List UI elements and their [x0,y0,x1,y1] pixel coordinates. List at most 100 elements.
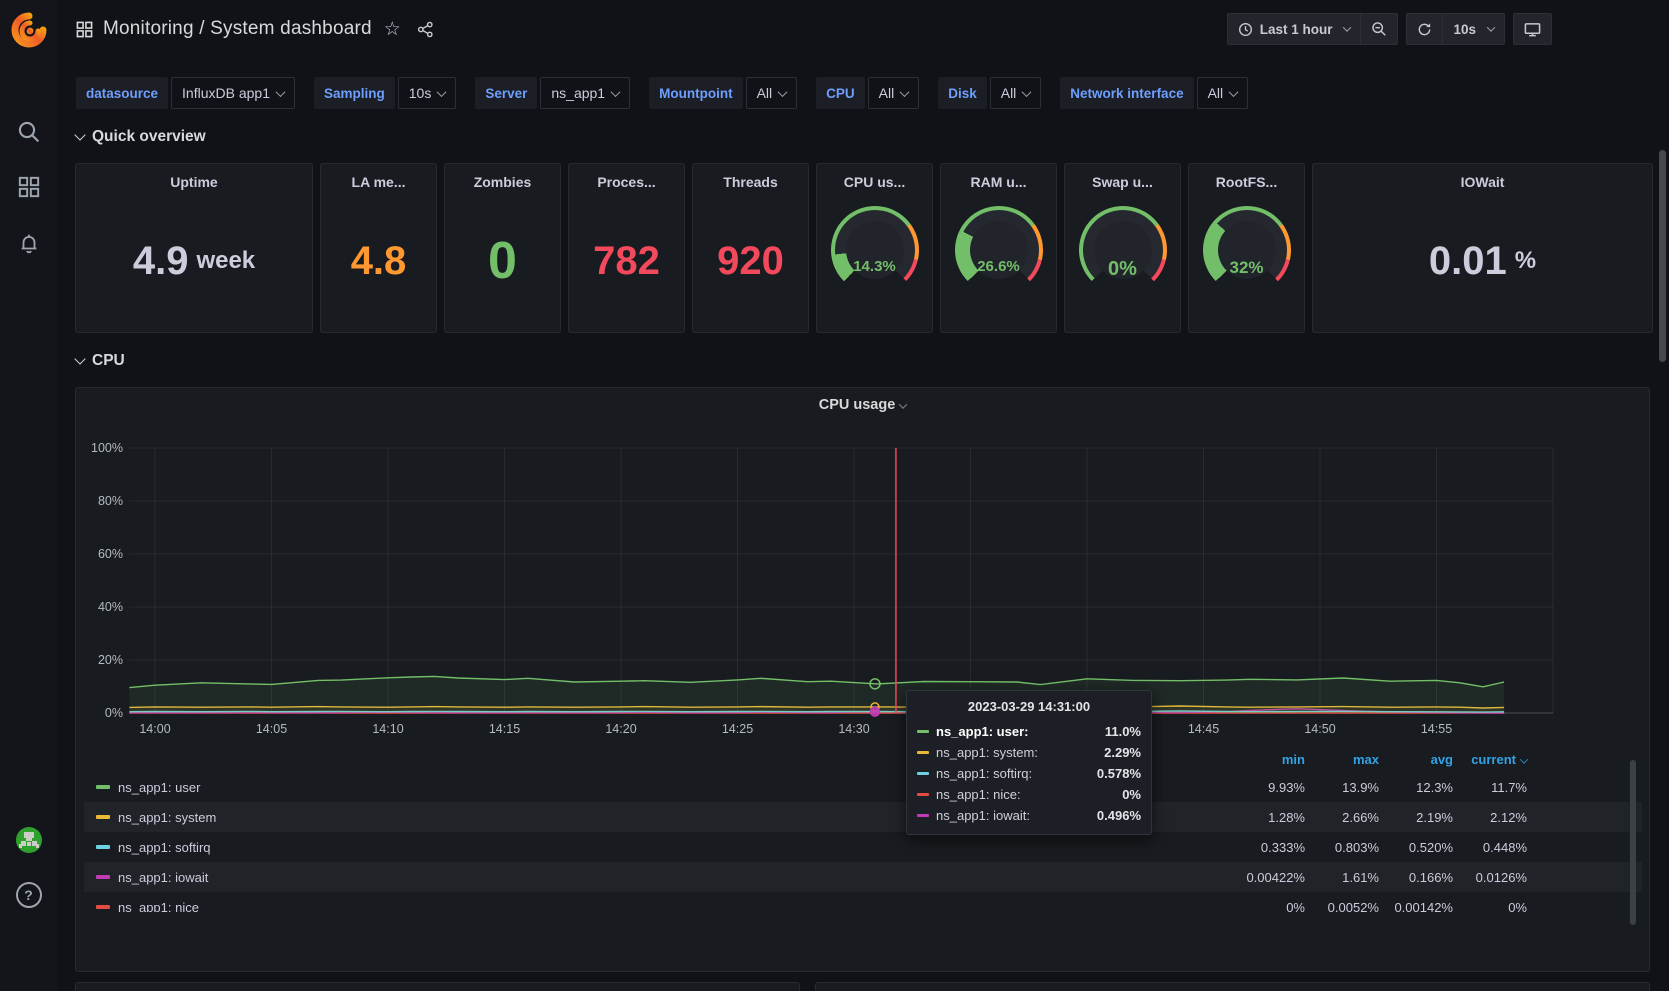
legend-series-label[interactable]: ns_app1: softirq [118,840,211,855]
alerting-bell-icon[interactable] [0,232,57,254]
section-title: CPU [92,352,125,370]
variable-value-server[interactable]: ns_app1 [540,77,630,109]
refresh-interval-picker[interactable]: 10s [1442,13,1505,45]
chevron-down-icon [611,87,621,97]
grafana-logo-icon[interactable] [9,10,49,50]
legend-max: 13.9% [1305,780,1379,795]
legend-row: ns_app1: nice 0% 0.0052% 0.00142% 0% [84,892,1642,912]
gauge-value: 14.3% [831,258,919,275]
share-icon[interactable] [417,21,434,38]
legend-series-label[interactable]: ns_app1: system [118,810,216,825]
legend-max: 0.803% [1305,840,1379,855]
next-row-panel-right [815,982,1650,991]
legend: ns_app1: user 9.93% 13.9% 12.3% 11.7% ns… [84,772,1642,912]
user-avatar[interactable] [0,827,57,853]
legend-series-label[interactable]: ns_app1: nice [118,900,199,913]
legend-current: 0% [1453,900,1527,913]
panel-title[interactable]: LA me... [352,174,406,190]
refresh-button[interactable] [1406,13,1442,45]
legend-header-current[interactable]: current [1453,752,1527,767]
panel-title[interactable]: Swap u... [1092,174,1153,190]
gauge-value: 32% [1203,258,1291,278]
search-icon[interactable] [0,120,57,144]
time-range-picker[interactable]: Last 1 hour [1227,13,1361,45]
stat-panel-ram_used: RAM u... 26.6% [940,163,1057,333]
chevron-down-icon [276,87,286,97]
panel-title[interactable]: Uptime [170,174,217,190]
variable-label-cpu: CPU [816,77,865,109]
x-axis-tick: 14:15 [477,722,533,736]
variable-value-mountpoint[interactable]: All [746,77,798,109]
stat-value: 4.9 week [133,190,255,332]
variable-value-disk[interactable]: All [990,77,1042,109]
panel-title[interactable]: Proces... [597,174,655,190]
legend-max: 0.0052% [1305,900,1379,913]
variable-value-network[interactable]: All [1197,77,1249,109]
panel-title[interactable]: RAM u... [971,174,1027,190]
stat-panel-threads: Threads 920 [692,163,809,333]
stat-panel-zombies: Zombies 0 [444,163,561,333]
series-color-swatch [917,751,929,754]
stat-panel-uptime: Uptime 4.9 week [75,163,313,333]
x-axis-tick: 14:00 [127,722,183,736]
time-range-label: Last 1 hour [1260,22,1333,37]
dashboard-grid-icon [76,21,93,38]
variable-label-server: Server [475,77,537,109]
section-cpu[interactable]: CPU [76,352,125,370]
legend-series-label[interactable]: ns_app1: user [118,780,200,795]
variable-label-network: Network interface [1060,77,1193,109]
chevron-down-icon [437,87,447,97]
stat-value: 0 [488,190,517,332]
stat-value: 0.01 % [1429,190,1536,332]
panel-title[interactable]: Zombies [474,174,532,190]
stat-panel-swap_used: Swap u... 0% [1064,163,1181,333]
panel-title[interactable]: CPU us... [844,174,905,190]
variable-value-datasource[interactable]: InfluxDB app1 [171,77,295,109]
page-scrollbar[interactable] [1659,150,1666,362]
variable-value-cpu[interactable]: All [868,77,920,109]
legend-scrollbar[interactable] [1630,760,1636,925]
chevron-down-icon [1229,87,1239,97]
series-color-swatch [96,905,110,909]
help-icon[interactable]: ? [0,882,57,908]
legend-avg: 0.520% [1379,840,1453,855]
cpu-usage-panel: CPU usage minmaxavgcurrent ns_app1: user… [75,387,1650,972]
section-quick-overview[interactable]: Quick overview [76,128,206,146]
quick-overview-panels: Uptime 4.9 week LA me... 4.8 Zombies 0 Pr… [75,163,1653,333]
panel-title[interactable]: RootFS... [1216,174,1277,190]
panel-title[interactable]: IOWait [1461,174,1505,190]
legend-header-avg[interactable]: avg [1379,752,1453,767]
legend-series-label[interactable]: ns_app1: iowait [118,870,208,885]
refresh-interval-label: 10s [1453,22,1476,37]
section-title: Quick overview [92,128,206,146]
dashboards-icon[interactable] [0,176,57,198]
legend-max: 2.66% [1305,810,1379,825]
legend-current: 0.0126% [1453,870,1527,885]
x-axis-tick: 14:25 [710,722,766,736]
chart-tooltip: 2023-03-29 14:31:00 ns_app1: user:11.0% … [906,690,1152,835]
page-title[interactable]: Monitoring / System dashboard [103,18,372,40]
panel-title[interactable]: Threads [723,174,777,190]
legend-header: minmaxavgcurrent [1231,752,1527,767]
legend-row: ns_app1: user 9.93% 13.9% 12.3% 11.7% [84,772,1642,802]
variable-value-sampling[interactable]: 10s [398,77,457,109]
next-row-panel-left [75,982,800,991]
legend-header-min[interactable]: min [1231,752,1305,767]
series-color-swatch [917,814,929,817]
star-icon[interactable]: ☆ [384,18,401,41]
stat-value: 4.8 [351,190,407,332]
gauge: 26.6% [955,206,1043,294]
chevron-down-icon [74,129,85,140]
tooltip-row: ns_app1: user:11.0% [917,721,1141,742]
chevron-down-icon [1022,87,1032,97]
legend-avg: 0.00142% [1379,900,1453,913]
chevron-down-icon [900,87,910,97]
legend-min: 0.00422% [1231,870,1305,885]
gauge-value: 0% [1079,258,1167,281]
grafana-app: ? Monitoring / System dashboard ☆ [0,0,1669,991]
kiosk-mode-button[interactable] [1513,13,1552,45]
zoom-out-button[interactable] [1360,13,1398,45]
y-axis-tick: 20% [76,653,123,667]
legend-header-max[interactable]: max [1305,752,1379,767]
tooltip-row: ns_app1: system:2.29% [917,742,1141,763]
